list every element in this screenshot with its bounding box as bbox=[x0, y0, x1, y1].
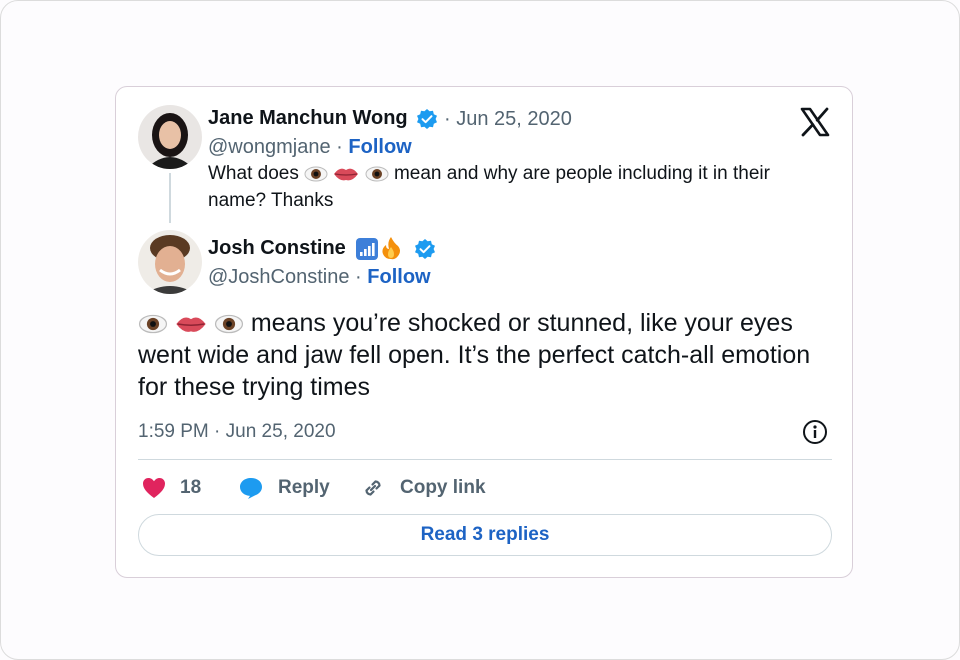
divider bbox=[138, 459, 832, 460]
verified-badge-icon bbox=[417, 109, 437, 129]
follow-button-jane[interactable]: Follow bbox=[348, 136, 411, 158]
like-button[interactable]: 18 bbox=[142, 473, 201, 503]
eye-emoji-icon bbox=[214, 314, 243, 334]
handle-line-jane: @wongmjane · Follow bbox=[208, 136, 412, 159]
eye-emoji-icon bbox=[365, 166, 389, 182]
handle-josh[interactable]: @JoshConstine bbox=[208, 266, 349, 288]
tweet-date-line: · Jun 25, 2020 bbox=[444, 108, 572, 131]
follow-separator: · bbox=[336, 136, 343, 158]
thread-connector-line bbox=[169, 173, 171, 223]
heart-icon bbox=[143, 478, 165, 498]
reply-label: Reply bbox=[278, 477, 330, 498]
tweet-embed-card: Jane Manchun Wong · Jun 25, 2020 @wongmj… bbox=[115, 86, 853, 578]
link-icon bbox=[365, 480, 381, 496]
x-logo-icon[interactable] bbox=[799, 106, 831, 138]
page-frame: Jane Manchun Wong · Jun 25, 2020 @wongmj… bbox=[0, 0, 960, 660]
handle-jane[interactable]: @wongmjane bbox=[208, 136, 331, 158]
parent-text-before: What does bbox=[208, 163, 299, 184]
verified-badge-icon bbox=[415, 239, 435, 259]
avatar-josh[interactable] bbox=[138, 230, 202, 294]
handle-line-josh: @JoshConstine · Follow bbox=[208, 266, 431, 289]
reply-bubble-icon bbox=[240, 478, 262, 499]
author-name-jane[interactable]: Jane Manchun Wong bbox=[208, 107, 408, 130]
follow-separator: · bbox=[355, 266, 362, 288]
follow-button-josh[interactable]: Follow bbox=[367, 266, 430, 288]
main-tweet-text: means you’re shocked or stunned, like yo… bbox=[138, 307, 838, 403]
avatar-jane[interactable] bbox=[138, 105, 202, 169]
lips-emoji-icon bbox=[334, 168, 359, 181]
like-count: 18 bbox=[180, 477, 202, 498]
eye-emoji-icon bbox=[138, 314, 168, 334]
info-icon[interactable] bbox=[802, 419, 828, 445]
copy-link-label: Copy link bbox=[400, 477, 486, 498]
date-separator: · bbox=[444, 108, 451, 130]
parent-tweet-text: What does mean and why are people includ… bbox=[208, 160, 828, 214]
read-replies-button[interactable]: Read 3 replies bbox=[138, 514, 832, 556]
eye-emoji-icon bbox=[304, 166, 328, 182]
author-name-josh[interactable]: Josh Constine bbox=[208, 237, 346, 260]
tweet-date[interactable]: Jun 25, 2020 bbox=[456, 108, 572, 130]
tweet-timestamp[interactable]: 1:59 PM · Jun 25, 2020 bbox=[138, 421, 336, 443]
lips-emoji-icon bbox=[176, 317, 206, 332]
fire-emoji-icon bbox=[382, 237, 400, 260]
antenna-bars-emoji-icon bbox=[356, 238, 378, 260]
copy-link-button[interactable]: Copy link bbox=[360, 473, 486, 503]
reply-button[interactable]: Reply bbox=[238, 473, 330, 503]
